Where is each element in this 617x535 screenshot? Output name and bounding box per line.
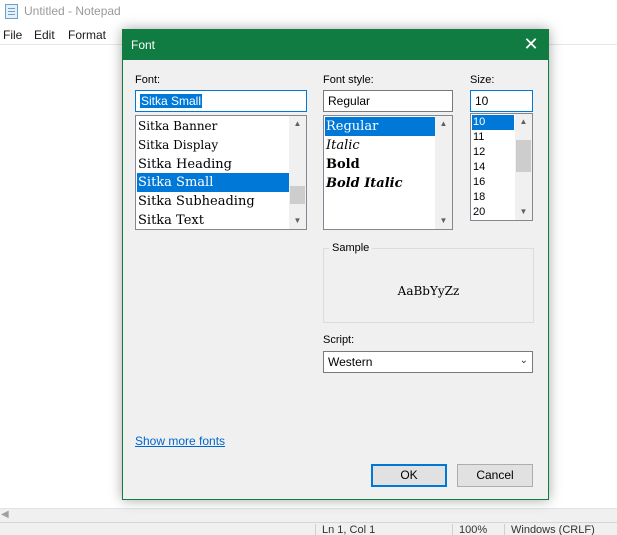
- size-list-item[interactable]: 18: [472, 190, 514, 205]
- font-style-input[interactable]: Regular: [323, 90, 453, 112]
- dialog-title: Font: [131, 38, 156, 52]
- size-label: Size:: [470, 74, 495, 86]
- style-list-item[interactable]: Italic: [325, 136, 435, 155]
- size-list-item[interactable]: 14: [472, 160, 514, 175]
- size-list-item-selected[interactable]: 10: [472, 115, 514, 130]
- font-style-label: Font style:: [323, 74, 374, 86]
- sample-label: Sample: [329, 242, 373, 254]
- style-list-scrollbar[interactable]: ▲ ▼: [435, 116, 452, 229]
- scroll-up-icon[interactable]: ▲: [515, 115, 532, 129]
- size-list-item[interactable]: 12: [472, 145, 514, 160]
- size-list-item[interactable]: 11: [472, 130, 514, 145]
- size-list-item[interactable]: 16: [472, 175, 514, 190]
- scroll-thumb[interactable]: [516, 140, 531, 172]
- font-style-list[interactable]: Regular Italic Bold Bold Italic ▲ ▼: [323, 115, 453, 230]
- menu-format[interactable]: Format: [68, 28, 106, 42]
- script-label: Script:: [323, 334, 355, 346]
- size-list-item[interactable]: 20: [472, 205, 514, 220]
- script-select[interactable]: Western ⌄: [323, 351, 533, 373]
- style-list-item[interactable]: Bold Italic: [325, 174, 435, 193]
- scroll-up-icon[interactable]: ▲: [289, 117, 306, 131]
- font-list[interactable]: Sitka Banner Sitka Display Sitka Heading…: [135, 115, 307, 230]
- font-list-item[interactable]: Sitka Banner: [137, 117, 289, 136]
- scroll-thumb[interactable]: [290, 186, 305, 204]
- font-list-item-selected[interactable]: Sitka Small: [137, 173, 289, 192]
- status-bar: Ln 1, Col 1 100% Windows (CRLF): [0, 522, 617, 535]
- size-list[interactable]: 10 11 12 14 16 18 20 ▲ ▼: [470, 113, 533, 221]
- horizontal-scrollbar[interactable]: ◀: [0, 508, 617, 522]
- sample-preview: AaBbYyZz: [397, 284, 460, 298]
- status-encoding: Windows (CRLF): [504, 524, 595, 535]
- size-input[interactable]: 10: [470, 90, 533, 112]
- ok-button[interactable]: OK: [371, 464, 447, 487]
- font-label: Font:: [135, 74, 161, 86]
- scroll-up-icon[interactable]: ▲: [435, 117, 452, 131]
- scroll-down-icon[interactable]: ▼: [435, 214, 452, 228]
- font-style-value: Regular: [328, 94, 371, 108]
- show-more-fonts-link[interactable]: Show more fonts: [135, 434, 225, 448]
- scroll-down-icon[interactable]: ▼: [289, 214, 306, 228]
- close-icon[interactable]: ✕: [514, 30, 548, 60]
- chevron-down-icon: ⌄: [519, 355, 528, 366]
- notepad-titlebar: Untitled - Notepad: [0, 0, 617, 24]
- dialog-titlebar[interactable]: Font ✕: [123, 30, 548, 60]
- font-list-item[interactable]: Sitka Heading: [137, 155, 289, 174]
- font-list-item[interactable]: Sitka Subheading: [137, 192, 289, 211]
- status-zoom: 100%: [452, 524, 487, 535]
- menu-edit[interactable]: Edit: [34, 28, 55, 42]
- scroll-down-icon[interactable]: ▼: [515, 205, 532, 219]
- font-list-item[interactable]: Sitka Display: [137, 136, 289, 155]
- font-list-scrollbar[interactable]: ▲ ▼: [289, 116, 306, 229]
- font-name-value: Sitka Small: [140, 94, 203, 108]
- script-value: Western: [328, 355, 373, 369]
- size-value: 10: [475, 94, 489, 108]
- font-name-input[interactable]: Sitka Small: [135, 90, 307, 112]
- font-list-item[interactable]: Sitka Text: [137, 211, 289, 229]
- size-list-scrollbar[interactable]: ▲ ▼: [515, 114, 532, 220]
- notepad-icon: [5, 4, 18, 19]
- font-dialog: Font ✕ Font: Sitka Small Sitka Banner Si…: [122, 29, 549, 500]
- style-list-item[interactable]: Bold: [325, 155, 435, 174]
- scroll-left-icon[interactable]: ◀: [1, 509, 9, 520]
- status-position: Ln 1, Col 1: [315, 524, 375, 535]
- notepad-title: Untitled - Notepad: [24, 4, 121, 18]
- cancel-button[interactable]: Cancel: [457, 464, 533, 487]
- menu-file[interactable]: File: [3, 28, 22, 42]
- style-list-item-selected[interactable]: Regular: [325, 117, 435, 136]
